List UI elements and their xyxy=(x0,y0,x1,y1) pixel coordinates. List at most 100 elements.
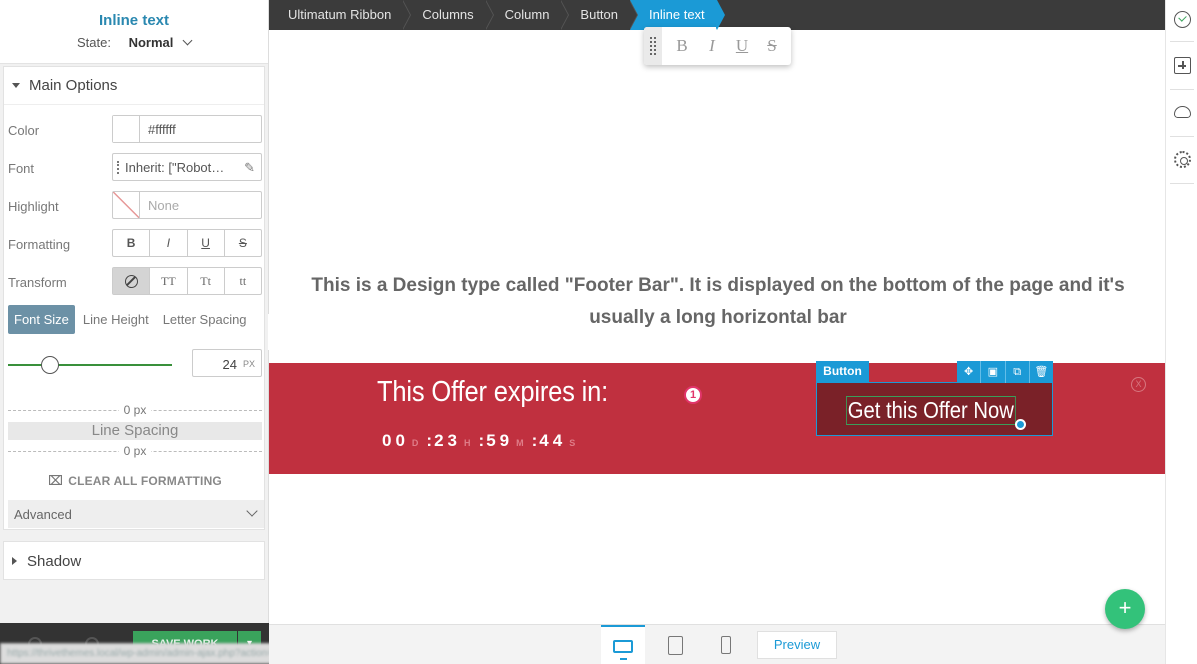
font-size-unit: PX xyxy=(242,359,255,369)
lowercase-button[interactable]: tt xyxy=(225,268,261,294)
font-size-slider[interactable] xyxy=(8,364,172,366)
button-text-inline[interactable]: Get this Offer Now xyxy=(846,396,1016,425)
preview-button[interactable]: Preview xyxy=(757,631,837,659)
tablet-icon xyxy=(667,635,683,655)
countdown-timer[interactable]: 00 D : 23 H : 59 M : 44 S xyxy=(382,431,583,451)
clear-format-icon: ⌧ xyxy=(48,473,64,488)
font-row: Font Inherit: ["Robot… ✎ xyxy=(4,153,266,183)
cloud-download-icon[interactable] xyxy=(1174,106,1191,118)
clear-formatting-button[interactable]: ⌧ CLEAR ALL FORMATTING xyxy=(4,473,266,489)
tab-line-height[interactable]: Line Height xyxy=(77,305,155,334)
underline-button[interactable]: U xyxy=(188,230,225,256)
breadcrumb-inline-text[interactable]: Inline text xyxy=(630,0,725,30)
advanced-toggle[interactable]: Advanced xyxy=(8,500,264,528)
tab-font-size[interactable]: Font Size xyxy=(8,304,75,334)
spacing-top[interactable]: 0 px xyxy=(4,403,266,417)
countdown-hours: 23 xyxy=(434,431,462,450)
strikethrough-button[interactable]: S xyxy=(225,230,261,256)
spacing-top-value[interactable]: 0 px xyxy=(118,403,152,417)
italic-button[interactable]: I xyxy=(150,230,188,256)
close-icon[interactable]: X xyxy=(1131,377,1146,392)
font-value[interactable]: Inherit: ["Robot… xyxy=(125,160,224,175)
desktop-view-button[interactable] xyxy=(601,625,645,664)
breadcrumb-column[interactable]: Column xyxy=(485,0,570,30)
editor-root: Inline text State: Normal Main Options C… xyxy=(0,0,1197,664)
tablet-view-button[interactable] xyxy=(653,625,697,664)
shadow-card[interactable]: Shadow xyxy=(3,541,265,580)
rail-divider xyxy=(1170,183,1194,184)
state-label: State: xyxy=(76,35,111,50)
line-spacing-bar[interactable]: Line Spacing xyxy=(8,422,262,440)
design-description[interactable]: This is a Design type called "Footer Bar… xyxy=(280,270,1156,334)
color-row: Color #ffffff xyxy=(4,115,266,145)
toolbar-underline-button[interactable]: U xyxy=(727,36,757,56)
main-options-header[interactable]: Main Options xyxy=(4,67,264,105)
phone-icon xyxy=(721,636,731,654)
pencil-icon[interactable]: ✎ xyxy=(244,160,255,176)
caret-down-icon xyxy=(12,83,20,88)
capitalize-button[interactable]: Tt xyxy=(188,268,225,294)
mobile-view-button[interactable] xyxy=(704,625,748,664)
formatting-buttons: B I U S xyxy=(112,229,262,257)
font-label: Font xyxy=(8,161,35,176)
toolbar-strikethrough-button[interactable]: S xyxy=(757,36,787,56)
countdown-separator: : xyxy=(478,431,485,450)
shadow-header[interactable]: Shadow xyxy=(4,542,264,580)
offer-title[interactable]: This Offer expires in: xyxy=(377,376,608,409)
spacing-bottom[interactable]: 0 px xyxy=(4,444,266,458)
transform-label: Transform xyxy=(8,275,67,290)
chevron-down-icon xyxy=(246,505,258,517)
color-value[interactable]: #ffffff xyxy=(148,122,176,137)
tab-letter-spacing[interactable]: Letter Spacing xyxy=(157,305,253,334)
bold-button[interactable]: B xyxy=(113,230,151,256)
state-value[interactable]: Normal xyxy=(129,35,174,50)
main-options-label: Main Options xyxy=(29,77,118,94)
toolbar-italic-button[interactable]: I xyxy=(697,36,727,56)
clear-formatting-label: CLEAR ALL FORMATTING xyxy=(68,474,222,488)
transform-buttons: TT Tt tt xyxy=(112,267,262,295)
resize-handle[interactable] xyxy=(1015,419,1026,430)
countdown-seconds: 44 xyxy=(539,431,567,450)
delete-icon[interactable]: 🗑 xyxy=(1030,361,1053,383)
uppercase-button[interactable]: TT xyxy=(150,268,188,294)
check-clock-icon[interactable] xyxy=(1174,11,1191,28)
breadcrumb: Ultimatum Ribbon Columns Column Button I… xyxy=(269,0,1165,30)
slider-handle[interactable] xyxy=(41,356,60,374)
font-size-value[interactable]: 24 xyxy=(223,357,237,372)
gear-icon[interactable] xyxy=(1174,151,1191,168)
plus-square-icon[interactable] xyxy=(1174,57,1191,74)
transform-none-button[interactable] xyxy=(113,268,151,294)
advanced-label: Advanced xyxy=(14,507,72,522)
save-template-icon[interactable]: ▣ xyxy=(981,361,1006,383)
panel-title: Inline text xyxy=(98,12,169,29)
breadcrumb-ultimatum-ribbon[interactable]: Ultimatum Ribbon xyxy=(269,0,412,30)
color-swatch[interactable] xyxy=(113,116,140,142)
font-field[interactable]: Inherit: ["Robot… ✎ xyxy=(112,153,262,181)
highlight-value[interactable]: None xyxy=(148,198,179,213)
countdown-hours-unit: H xyxy=(464,438,471,448)
state-selector[interactable]: State: Normal xyxy=(0,35,268,50)
add-element-button[interactable]: + xyxy=(1105,589,1145,629)
device-bar: Preview xyxy=(269,624,1165,664)
chevron-down-icon[interactable] xyxy=(182,35,193,46)
highlight-swatch[interactable] xyxy=(113,192,140,218)
notification-badge[interactable]: 1 xyxy=(684,386,702,404)
spacing-bottom-value[interactable]: 0 px xyxy=(118,444,152,458)
color-field[interactable]: #ffffff xyxy=(112,115,262,143)
inline-format-toolbar: B I U S xyxy=(644,27,791,65)
countdown-minutes: 59 xyxy=(486,431,514,450)
drag-handle-icon[interactable] xyxy=(644,27,662,65)
left-panel: Inline text State: Normal Main Options C… xyxy=(0,0,540,664)
toolbar-bold-button[interactable]: B xyxy=(667,36,697,56)
move-icon[interactable]: ✥ xyxy=(957,361,982,383)
breadcrumb-button[interactable]: Button xyxy=(561,0,638,30)
desktop-icon xyxy=(613,639,633,660)
highlight-field[interactable]: None xyxy=(112,191,262,219)
highlight-row: Highlight None xyxy=(4,191,266,221)
duplicate-icon[interactable]: ⧉ xyxy=(1006,361,1030,383)
breadcrumb-columns[interactable]: Columns xyxy=(403,0,494,30)
element-toolbar: ✥ ▣ ⧉ 🗑 xyxy=(957,361,1053,383)
caret-right-icon xyxy=(12,557,17,565)
font-size-input[interactable]: 24 PX xyxy=(192,349,262,377)
formatting-row: Formatting B I U S xyxy=(4,229,266,259)
